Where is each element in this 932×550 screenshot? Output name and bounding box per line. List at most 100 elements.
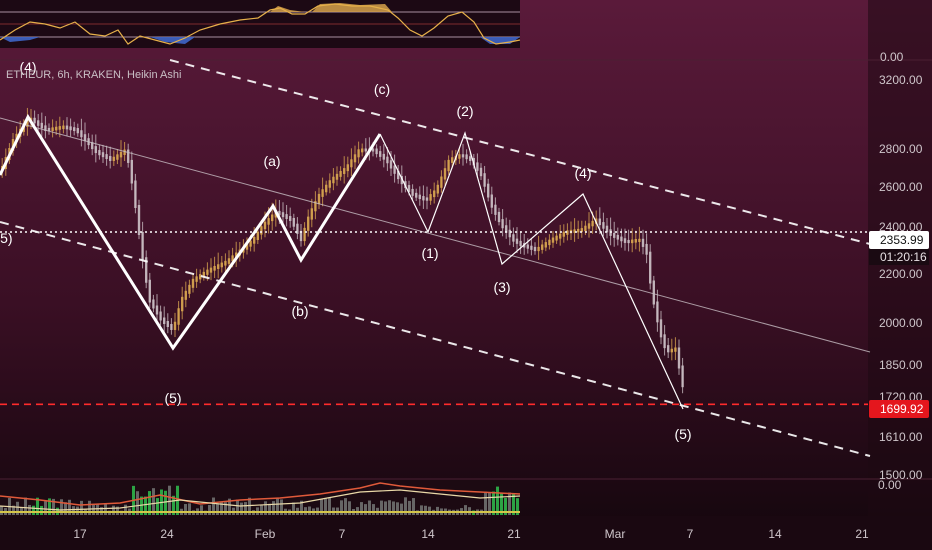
candle-body: [479, 167, 483, 177]
volume-bar: [40, 505, 43, 515]
candle-body: [379, 151, 382, 157]
candle-body: [515, 238, 519, 244]
candle-body: [173, 321, 177, 330]
candle-body: [346, 164, 349, 172]
candle-body: [224, 260, 227, 266]
candle-body: [191, 278, 195, 288]
candle-body: [375, 148, 378, 155]
candle-body: [37, 120, 40, 126]
candle-body: [260, 226, 263, 235]
candle-body: [163, 317, 166, 324]
candle-body: [494, 204, 497, 215]
candle-body: [65, 125, 69, 130]
candle-body: [123, 149, 126, 155]
candle-body: [127, 149, 130, 163]
candle-body: [58, 126, 61, 130]
candle-body: [227, 258, 231, 264]
last-price-tag: 2353.99: [880, 233, 924, 247]
candle-body: [623, 238, 627, 243]
candle-body: [119, 151, 123, 158]
candle-body: [584, 225, 587, 232]
candle-body: [155, 305, 159, 315]
candle-body: [476, 162, 479, 171]
price-chart[interactable]: 3200.002800.002600.002400.002200.002000.…: [0, 0, 932, 550]
time-tick-label: Mar: [605, 527, 626, 541]
oscillator-panel-value: 0.00: [880, 50, 904, 64]
candle-body: [285, 214, 288, 220]
candle-body: [544, 242, 547, 248]
candle-body: [674, 347, 677, 352]
candle-body: [263, 221, 267, 230]
candle-body: [433, 190, 436, 198]
wave-label: (4): [574, 165, 591, 181]
volume-bar: [292, 502, 295, 515]
volume-bar: [268, 503, 271, 515]
candle-body: [386, 156, 389, 164]
time-axis-bg: [0, 516, 932, 550]
volume-bar: [152, 488, 155, 515]
price-tick-label: 3200.00: [879, 73, 923, 87]
volume-bar: [76, 506, 79, 515]
candle-body: [220, 262, 223, 268]
candle-body: [109, 156, 112, 161]
candle-body: [339, 170, 342, 177]
volume-bar: [372, 504, 375, 515]
price-tick-label: 2000.00: [879, 316, 923, 330]
candle-body: [670, 348, 673, 353]
candle-body: [418, 194, 421, 200]
volume-panel-value: 0.00: [878, 478, 902, 492]
volume-bar: [112, 505, 115, 515]
candle-body: [271, 214, 274, 222]
candle-body: [429, 194, 432, 201]
candle-body: [51, 127, 54, 132]
candle-body: [537, 246, 540, 252]
candle-body: [411, 188, 414, 196]
candle-body: [206, 269, 209, 275]
symbol-info: ETHEUR, 6h, KRAKEN, Heikin Ashi: [6, 69, 181, 81]
time-tick-label: 21: [855, 527, 869, 541]
candle-body: [425, 197, 429, 201]
volume-bar: [496, 486, 499, 515]
candle-body: [62, 125, 65, 130]
candle-body: [55, 126, 58, 131]
candle-body: [357, 149, 360, 158]
candle-body: [645, 243, 648, 255]
candle-body: [613, 232, 616, 238]
candle-body: [465, 154, 468, 160]
candle-body: [677, 347, 681, 369]
candle-body: [213, 265, 216, 271]
volume-bar: [360, 502, 363, 515]
chart-background: [0, 0, 932, 550]
candle-body: [328, 180, 331, 188]
candle-body: [130, 159, 133, 184]
volume-bar: [308, 506, 311, 515]
time-tick-label: Feb: [255, 527, 276, 541]
bar-countdown: 01:20:16: [880, 250, 927, 264]
candle-body: [587, 223, 591, 229]
price-tick-label: 2800.00: [879, 142, 923, 156]
candle-body: [177, 308, 180, 325]
candle-body: [530, 245, 533, 250]
candle-body: [652, 280, 655, 305]
volume-bar: [168, 485, 171, 515]
candle-body: [195, 276, 198, 282]
candle-body: [627, 239, 630, 244]
volume-bar: [200, 505, 203, 515]
candle-body: [656, 301, 659, 323]
candle-body: [361, 148, 364, 153]
time-tick-label: 14: [768, 527, 782, 541]
wave-label: (c): [374, 81, 390, 97]
candle-body: [649, 251, 652, 284]
candle-body: [116, 154, 119, 160]
candle-body: [497, 211, 501, 223]
candle-body: [447, 159, 450, 172]
candle-body: [33, 117, 36, 124]
volume-bar: [216, 504, 219, 515]
volume-bar: [72, 506, 75, 515]
price-tick-label: 1850.00: [879, 358, 923, 372]
candle-body: [112, 156, 115, 161]
candle-body: [436, 184, 439, 194]
volume-bar: [28, 504, 31, 515]
candle-body: [267, 218, 270, 225]
candle-body: [620, 236, 623, 242]
